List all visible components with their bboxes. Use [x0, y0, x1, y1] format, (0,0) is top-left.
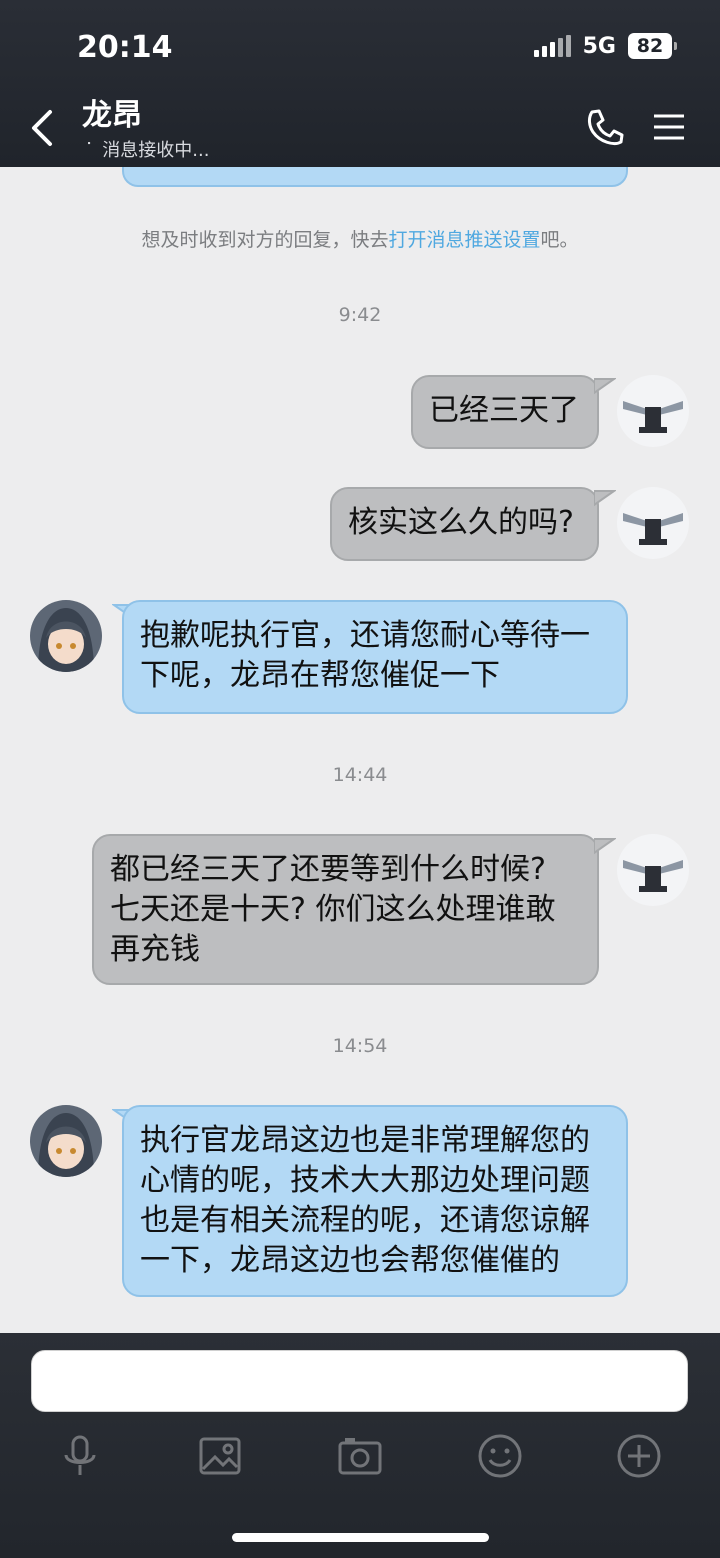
input-bar — [0, 1333, 720, 1558]
back-icon[interactable] — [24, 106, 60, 150]
signal-icon — [533, 35, 571, 57]
message-line: 七天还是十天? 你们这么处理谁敢 — [110, 892, 556, 927]
outgoing-message[interactable]: 核实这么久的吗? — [330, 487, 599, 561]
message-line: 下呢，龙昂在帮您催促一下 — [140, 658, 500, 693]
timestamp: 14:54 — [332, 1035, 388, 1057]
chat-status: ⠁ 消息接收中... — [86, 136, 209, 162]
user-avatar[interactable] — [617, 834, 689, 906]
phone-icon[interactable] — [584, 106, 626, 148]
home-indicator[interactable] — [232, 1533, 489, 1542]
notice-suffix: 吧。 — [540, 229, 579, 251]
message-text: 已经三天了 — [429, 393, 579, 428]
message-input[interactable] — [31, 1350, 688, 1412]
outgoing-message[interactable]: 已经三天了 — [411, 375, 599, 449]
message-line: 都已经三天了还要等到什么时候? — [110, 852, 546, 887]
message-line: 也是有相关流程的呢，还请您谅解 — [140, 1203, 590, 1238]
incoming-message[interactable]: 抱歉呢执行官，还请您耐心等待一 下呢，龙昂在帮您催促一下 — [122, 600, 628, 714]
plus-icon[interactable] — [614, 1431, 664, 1481]
message-line: 再充钱 — [110, 932, 200, 967]
battery-icon: 82 — [628, 33, 677, 59]
chat-title: 龙昂 — [82, 98, 142, 133]
chat-area[interactable]: 想及时收到对方的回复，快去打开消息推送设置吧。 9:42 已经三天了 核实这么久… — [0, 167, 720, 1333]
bubble-tail — [594, 378, 616, 395]
image-icon[interactable] — [195, 1431, 245, 1481]
network-type: 5G — [582, 33, 616, 59]
outgoing-message[interactable]: 都已经三天了还要等到什么时候? 七天还是十天? 你们这么处理谁敢 再充钱 — [92, 834, 599, 985]
message-line: 心情的呢，技术大大那边处理问题 — [140, 1163, 590, 1198]
status-indicators: 5G 82 — [533, 33, 677, 59]
message-text: 核实这么久的吗? — [348, 505, 574, 540]
timestamp: 9:42 — [338, 304, 382, 326]
push-settings-link[interactable]: 打开消息推送设置 — [388, 229, 540, 251]
message-line: 抱歉呢执行官，还请您耐心等待一 — [140, 618, 590, 653]
timestamp: 14:44 — [332, 764, 388, 786]
notice-text: 想及时收到对方的回复，快去 — [141, 229, 389, 251]
loading-icon: ⠁ — [86, 141, 97, 157]
menu-icon[interactable] — [652, 112, 686, 142]
bubble-tail — [594, 838, 616, 855]
message-line: 执行官龙昂这边也是非常理解您的 — [140, 1123, 590, 1158]
message-line: 一下，龙昂这边也会帮您催催的 — [140, 1243, 560, 1278]
chat-status-text: 消息接收中... — [102, 140, 210, 161]
message-bubble-partial — [122, 167, 628, 187]
user-avatar[interactable] — [617, 375, 689, 447]
microphone-icon[interactable] — [55, 1431, 105, 1481]
user-avatar[interactable] — [617, 487, 689, 559]
push-notice: 想及时收到对方的回复，快去打开消息推送设置吧。 — [0, 225, 720, 252]
status-time: 20:14 — [77, 30, 173, 65]
contact-avatar[interactable] — [30, 600, 102, 672]
contact-avatar[interactable] — [30, 1105, 102, 1177]
incoming-message[interactable]: 执行官龙昂这边也是非常理解您的 心情的呢，技术大大那边处理问题 也是有相关流程的… — [122, 1105, 628, 1297]
bubble-tail — [594, 490, 616, 507]
camera-icon[interactable] — [335, 1431, 385, 1481]
header-bar: 20:14 5G 82 龙昂 ⠁ 消息接收中... — [0, 0, 720, 167]
emoji-icon[interactable] — [475, 1431, 525, 1481]
